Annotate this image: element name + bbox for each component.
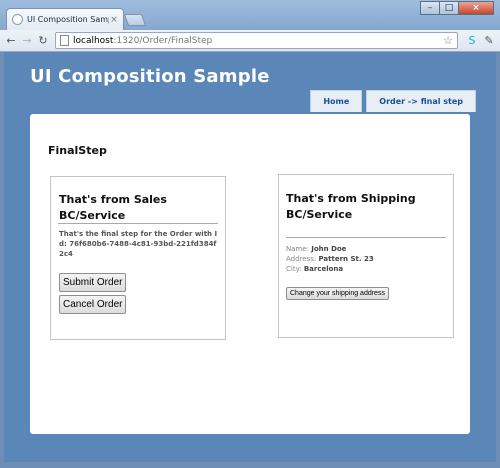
- browser-toolbar: ← → ↻ localhost:1320/Order/FinalStep ☆ S…: [0, 30, 500, 52]
- submit-order-button[interactable]: Submit Order: [59, 273, 127, 292]
- change-shipping-address-button[interactable]: Change your shipping address: [286, 287, 389, 300]
- tab-title: UI Composition Sample: [27, 15, 109, 24]
- back-button[interactable]: ←: [4, 34, 18, 48]
- city-value: Barcelona: [303, 265, 344, 273]
- favicon-icon: [12, 14, 23, 25]
- address-bar[interactable]: localhost:1320/Order/FinalStep ☆: [55, 32, 458, 49]
- tab-close-icon[interactable]: ×: [109, 15, 119, 25]
- close-window-button[interactable]: ×: [458, 1, 494, 15]
- address-label: Address:: [286, 255, 317, 263]
- page-icon: [60, 35, 69, 46]
- page-title: FinalStep: [48, 144, 107, 157]
- browser-titlebar: UI Composition Sample × – □ ×: [0, 0, 500, 30]
- url-path: :1320/Order/FinalStep: [113, 35, 213, 46]
- shipping-city-row: City: Barcelona: [286, 264, 374, 274]
- url-host: localhost: [73, 35, 114, 46]
- window-controls: – □ ×: [420, 1, 494, 15]
- skype-extension-icon[interactable]: S: [465, 34, 479, 48]
- shipping-divider: [286, 237, 446, 238]
- bookmark-star-icon[interactable]: ☆: [443, 34, 453, 47]
- sales-panel: That's from Sales BC/Service That's the …: [50, 176, 226, 340]
- shipping-address-row: Address: Pattern St. 23: [286, 254, 374, 264]
- shipping-panel: That's from Shipping BC/Service Name: Jo…: [278, 174, 454, 338]
- main-content: FinalStep That's from Sales BC/Service T…: [30, 114, 470, 434]
- main-menu: Home Order -> final step: [306, 90, 476, 112]
- shipping-panel-title: That's from Shipping BC/Service: [286, 192, 416, 221]
- menu-item-order-final-step[interactable]: Order -> final step: [366, 90, 476, 112]
- page-viewport: UI Composition Sample Home Order -> fina…: [4, 52, 496, 462]
- new-tab-button[interactable]: [123, 14, 147, 26]
- name-label: Name:: [286, 245, 310, 253]
- maximize-button[interactable]: □: [439, 1, 459, 15]
- wrench-menu-icon[interactable]: ✎: [482, 34, 496, 48]
- sales-panel-title: That's from Sales BC/Service: [59, 193, 167, 222]
- url-text[interactable]: localhost:1320/Order/FinalStep: [73, 36, 443, 46]
- browser-tab[interactable]: UI Composition Sample ×: [6, 8, 124, 30]
- forward-button[interactable]: →: [20, 34, 34, 48]
- shipping-info: Name: John Doe Address: Pattern St. 23 C…: [286, 244, 374, 274]
- reload-button[interactable]: ↻: [36, 34, 50, 48]
- menu-item-home[interactable]: Home: [310, 90, 363, 112]
- name-value: John Doe: [311, 245, 347, 253]
- city-label: City:: [286, 265, 302, 273]
- shipping-name-row: Name: John Doe: [286, 244, 374, 254]
- order-description: That's the final step for the Order with…: [59, 230, 218, 258]
- address-value: Pattern St. 23: [318, 255, 374, 263]
- minimize-button[interactable]: –: [420, 1, 440, 15]
- site-title: UI Composition Sample: [30, 66, 270, 87]
- sales-divider: [58, 223, 218, 224]
- cancel-order-button[interactable]: Cancel Order: [59, 295, 127, 314]
